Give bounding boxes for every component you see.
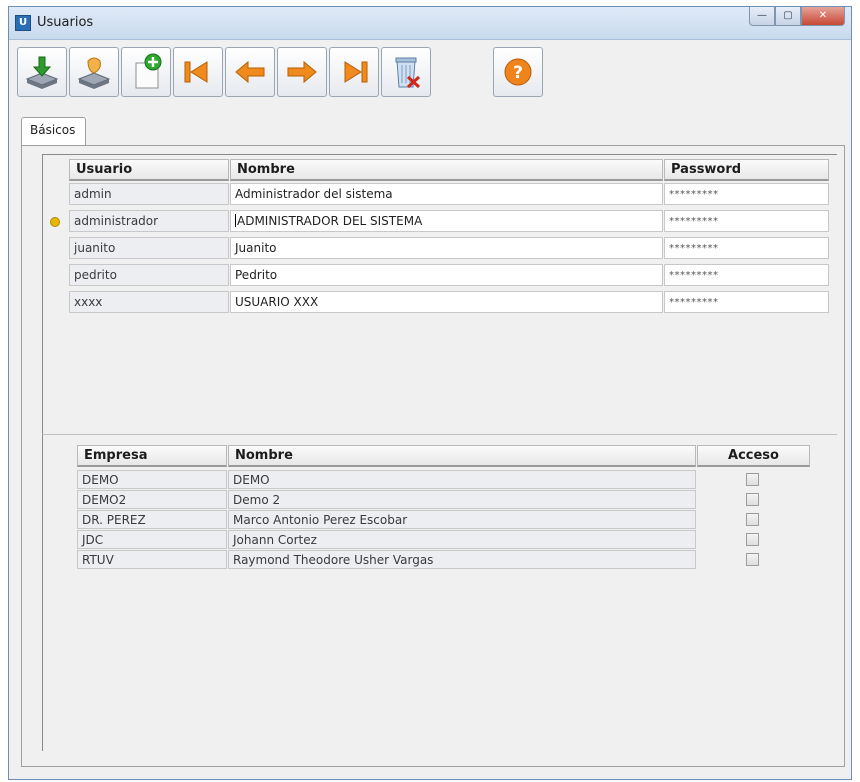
last-record-icon [344,61,368,83]
help-icon: ? [504,58,532,86]
user-password-cell[interactable]: ********* [664,237,829,259]
acceso-checkbox[interactable] [746,513,759,526]
users-header-usuario[interactable]: Usuario [69,159,229,181]
previous-record-button[interactable] [225,47,275,97]
empresa-nombre-cell[interactable]: Johann Cortez [228,530,696,549]
users-header-password[interactable]: Password [664,159,829,181]
tab-basicos[interactable]: Básicos [21,117,87,145]
empresas-header-empresa[interactable]: Empresa [77,445,227,467]
user-nombre-text: Pedrito [235,268,278,282]
new-document-icon [135,53,162,89]
user-nombre-text: USUARIO XXX [235,295,319,309]
usuarios-window: U Usuarios — ▢ ✕ ? Básicos Usuario Nombr… [8,6,852,780]
empresas-header-acceso[interactable]: Acceso [697,445,810,467]
acceso-checkbox[interactable] [746,493,759,506]
window-controls: — ▢ ✕ [749,7,845,27]
first-record-button[interactable] [173,47,223,97]
user-nombre-cell[interactable]: Pedrito [230,264,663,286]
user-nombre-text: ADMINISTRADOR DEL SISTEMA [237,214,423,228]
empresa-codigo-cell[interactable]: DEMO [77,470,227,489]
empresa-nombre-cell[interactable]: Raymond Theodore Usher Vargas [228,550,696,569]
user-nombre-cell[interactable]: USUARIO XXX [230,291,663,313]
user-password-cell[interactable]: ********* [664,210,829,232]
maximize-button[interactable]: ▢ [775,7,801,26]
minimize-button[interactable]: — [749,7,775,26]
user-usuario-cell[interactable]: xxxx [69,291,229,313]
previous-record-icon [235,60,265,84]
delete-bin-icon [395,57,421,89]
users-header-nombre[interactable]: Nombre [230,159,663,181]
user-usuario-cell[interactable]: admin [69,183,229,205]
svg-text:?: ? [513,63,523,83]
empresa-nombre-cell[interactable]: Marco Antonio Perez Escobar [228,510,696,529]
empresa-codigo-cell[interactable]: RTUV [77,550,227,569]
delete-button[interactable] [381,47,431,97]
acceso-checkbox[interactable] [746,473,759,486]
tab-panel-basicos: Usuario Nombre Password admin Administrad… [21,145,845,767]
user-password-cell[interactable]: ********* [664,291,829,313]
window-title: Usuarios [37,15,94,30]
current-row-indicator [50,217,60,227]
tab-strip: Básicos [21,117,87,145]
toolbar: ? [17,47,543,103]
empresa-codigo-cell[interactable]: DR. PEREZ [77,510,227,529]
user-nombre-cell[interactable]: Juanito [230,237,663,259]
user-usuario-cell[interactable]: juanito [69,237,229,259]
users-grid: Usuario Nombre Password admin Administrad… [42,154,837,435]
empresas-grid: Empresa Nombre Acceso DEMO DEMO DEMO2 Demo … [42,434,837,751]
empresa-nombre-cell[interactable]: DEMO [228,470,696,489]
first-record-icon [184,61,208,83]
user-password-cell[interactable]: ********* [664,183,829,205]
usuarios-app-icon: U [15,15,31,31]
next-record-icon [287,60,317,84]
acceso-checkbox[interactable] [746,533,759,546]
new-button[interactable] [121,47,171,97]
empresa-nombre-cell[interactable]: Demo 2 [228,490,696,509]
next-record-button[interactable] [277,47,327,97]
empresa-codigo-cell[interactable]: DEMO2 [77,490,227,509]
user-nombre-cell[interactable]: ADMINISTRADOR DEL SISTEMA [230,210,663,232]
user-nombre-text: Juanito [235,241,277,255]
empresas-header-nombre[interactable]: Nombre [228,445,696,467]
cancel-disk-icon [77,57,111,89]
user-usuario-cell[interactable]: pedrito [69,264,229,286]
help-button[interactable]: ? [493,47,543,97]
user-password-cell[interactable]: ********* [664,264,829,286]
text-cursor [235,214,236,227]
acceso-checkbox[interactable] [746,553,759,566]
save-disk-icon [25,56,59,89]
last-record-button[interactable] [329,47,379,97]
user-nombre-text: Administrador del sistema [235,187,393,201]
user-usuario-cell[interactable]: administrador [69,210,229,232]
empresa-codigo-cell[interactable]: JDC [77,530,227,549]
close-button[interactable]: ✕ [801,7,845,26]
user-nombre-cell[interactable]: Administrador del sistema [230,183,663,205]
title-bar[interactable]: U Usuarios — ▢ ✕ [9,7,851,40]
cancel-button[interactable] [69,47,119,97]
save-button[interactable] [17,47,67,97]
